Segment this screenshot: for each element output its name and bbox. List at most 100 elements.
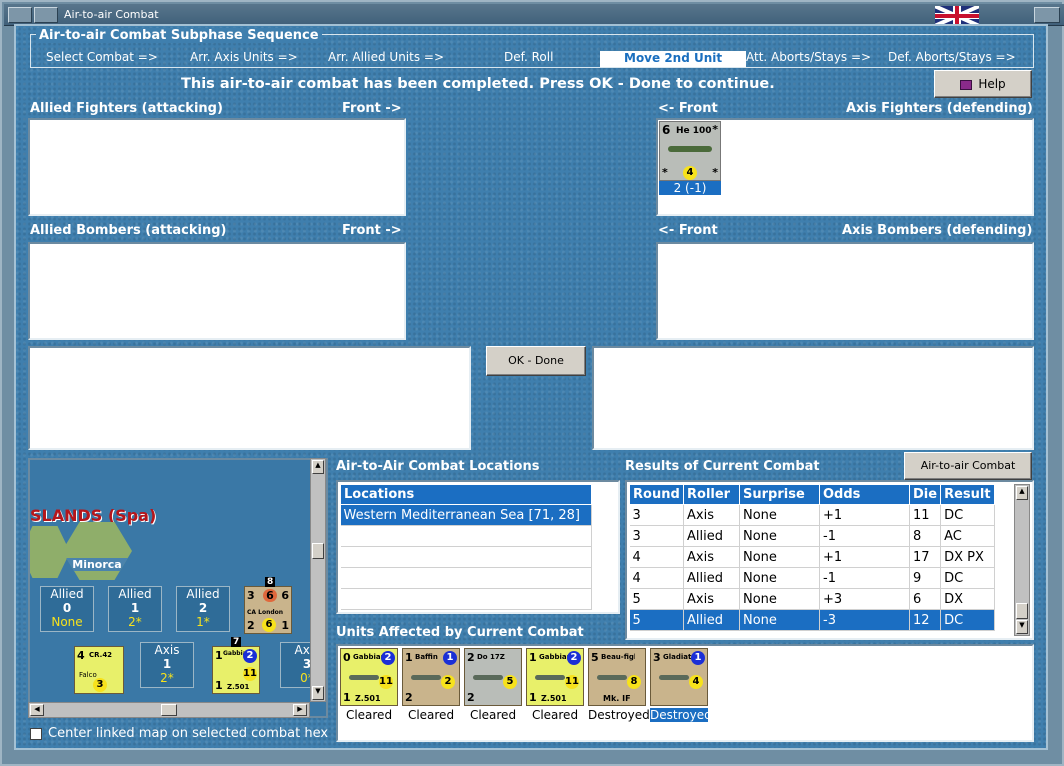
cr42-counter[interactable]: 4 CR.42 Falco 3: [74, 646, 124, 694]
combat-chart-button[interactable]: Air-to-air Combat Chart: [904, 452, 1032, 498]
counter-value: 2: [467, 651, 475, 664]
allied-tile-0[interactable]: Allied 0 None: [40, 586, 94, 632]
affected-unit-counter[interactable]: 2 Do 17Z 5 2: [464, 648, 522, 706]
result-cell: 4: [629, 546, 684, 568]
combat-panel: Air-to-air Combat Subphase Sequence Sele…: [14, 24, 1048, 750]
scroll-thumb[interactable]: [312, 543, 324, 559]
location-row-empty: [340, 525, 592, 547]
col-odds: Odds: [819, 484, 910, 505]
seq-step-select-combat: Select Combat =>: [46, 50, 158, 64]
close-button[interactable]: [1034, 7, 1060, 23]
result-cell: 9: [909, 567, 942, 589]
allied-fighters-box[interactable]: [28, 118, 406, 216]
result-row[interactable]: 5 Allied None -3 12 DC: [629, 609, 995, 631]
locations-header: Locations: [340, 484, 592, 505]
affected-unit-counter[interactable]: 1 Baffin 1 2 2: [402, 648, 460, 706]
unit-sub: Z.501: [355, 694, 381, 703]
location-row[interactable]: Western Mediterranean Sea [71, 28]: [340, 504, 592, 526]
axis-fighters-box[interactable]: 6 He 100 * 4 * * 2 (-1): [656, 118, 1034, 216]
help-label: Help: [978, 77, 1006, 91]
result-cell: +1: [819, 504, 910, 526]
scroll-thumb[interactable]: [1016, 603, 1028, 619]
window-title: Air-to-air Combat: [64, 8, 159, 21]
he100-counter[interactable]: 6 He 100 * 4 * *: [659, 121, 721, 181]
minimize-button[interactable]: [34, 7, 58, 23]
seq-step-def-aborts: Def. Aborts/Stays =>: [888, 50, 1016, 64]
allied-fighters-label: Allied Fighters (attacking): [30, 101, 223, 116]
result-cell: None: [739, 588, 820, 610]
result-cell: 3: [629, 504, 684, 526]
unit-status: Destroyed: [588, 708, 650, 722]
result-row[interactable]: 4 Allied None -1 9 DC: [629, 567, 995, 589]
scroll-up-icon[interactable]: ▲: [312, 460, 324, 474]
front-label: <- Front: [658, 223, 718, 238]
result-row[interactable]: 3 Allied None -1 8 AC: [629, 525, 995, 547]
results-scrollbar[interactable]: ▲ ▼: [1014, 484, 1030, 636]
allied-bombers-box[interactable]: [28, 242, 406, 340]
system-menu-button[interactable]: [8, 7, 32, 23]
uk-flag-icon[interactable]: [935, 6, 979, 26]
result-cell: None: [739, 525, 820, 547]
map-vertical-scrollbar[interactable]: ▲ ▼: [310, 458, 326, 702]
affected-unit-counter[interactable]: 0 Gabbiano 2 11 1 Z.501: [340, 648, 398, 706]
axis-info-box: [592, 346, 1034, 450]
affected-title: Units Affected by Current Combat: [336, 625, 584, 640]
scroll-down-icon[interactable]: ▼: [312, 686, 324, 700]
minorca-hex[interactable]: Minorca: [62, 522, 132, 580]
sequence-title: Air-to-air Combat Subphase Sequence: [36, 28, 322, 43]
counter-value: 2: [567, 651, 581, 665]
ship-name: CA London: [247, 609, 284, 616]
help-button[interactable]: Help: [934, 70, 1032, 98]
counter-value: 0: [343, 651, 351, 664]
gabbiano-map-counter[interactable]: 7 1 Gabbiano 2 11 1 Z.501: [212, 637, 260, 694]
result-cell: None: [739, 609, 820, 631]
counter-value: 8: [627, 675, 641, 689]
counter-value: 11: [379, 675, 393, 689]
scroll-up-icon[interactable]: ▲: [1016, 486, 1028, 500]
result-row[interactable]: 4 Axis None +1 17 DX PX: [629, 546, 995, 568]
result-row[interactable]: 3 Axis None +1 11 DC: [629, 504, 995, 526]
axis-tile-0[interactable]: Axis 1 2*: [140, 642, 194, 688]
axis-bombers-label: Axis Bombers (defending): [842, 223, 1033, 238]
counter-value: 3: [247, 589, 255, 602]
counter-value: 2: [243, 649, 257, 663]
result-cell: 6: [909, 588, 942, 610]
center-map-checkbox[interactable]: [30, 728, 42, 740]
affected-unit-counter[interactable]: 5Beau-fighter 8 Mk. IF: [588, 648, 646, 706]
affected-units-box[interactable]: 0 Gabbiano 2 11 1 Z.501 Cleared 1 Baffin 1 2 2 Clear…: [336, 644, 1034, 742]
counter-value: 1: [529, 651, 537, 664]
counter-value: 1: [343, 691, 351, 704]
scroll-thumb[interactable]: [161, 704, 177, 716]
scroll-down-icon[interactable]: ▼: [1016, 620, 1028, 634]
hex-name: Minorca: [66, 558, 128, 571]
front-label: Front ->: [342, 101, 402, 116]
result-cell: 3: [629, 525, 684, 547]
axis-bombers-box[interactable]: [656, 242, 1034, 340]
seq-step-arr-allied: Arr. Allied Units =>: [328, 50, 445, 64]
counter-value: 2: [247, 619, 255, 632]
allied-bombers-label: Allied Bombers (attacking): [30, 223, 227, 238]
locations-list[interactable]: Locations Western Mediterranean Sea [71,…: [336, 480, 620, 614]
counter-value: 4: [77, 649, 85, 662]
result-cell: -1: [819, 525, 910, 547]
status-message: This air-to-air combat has been complete…: [181, 76, 775, 92]
allied-tile-2[interactable]: Allied 2 1*: [176, 586, 230, 632]
he100-caption: 2 (-1): [659, 181, 721, 195]
affected-unit-counter[interactable]: 3 Gladiator 1 4: [650, 648, 708, 706]
scroll-right-icon[interactable]: ▶: [293, 704, 307, 716]
result-cell: DC: [940, 567, 995, 589]
result-cell: Axis: [683, 504, 740, 526]
map-horizontal-scrollbar[interactable]: ◀ ▶: [28, 702, 310, 718]
ok-done-button[interactable]: OK - Done: [486, 346, 586, 376]
tile-sub: 2*: [128, 615, 142, 629]
result-row[interactable]: 5 Axis None +3 6 DX: [629, 588, 995, 610]
linked-map[interactable]: SLANDS (Spa) Minorca Allied 0 None Allied 1…: [28, 458, 328, 718]
result-cell: DC: [940, 504, 995, 526]
ship-counter[interactable]: 8 3 6 6 CA London 2 6 1: [244, 577, 292, 634]
result-cell: None: [739, 546, 820, 568]
result-cell: 5: [629, 588, 684, 610]
scroll-left-icon[interactable]: ◀: [30, 704, 44, 716]
results-table-box[interactable]: Round Roller Surprise Odds Die Result 3A…: [625, 480, 1034, 640]
affected-unit-counter[interactable]: 1 Gabbiano 2 11 1 Z.501: [526, 648, 584, 706]
allied-tile-1[interactable]: Allied 1 2*: [108, 586, 162, 632]
